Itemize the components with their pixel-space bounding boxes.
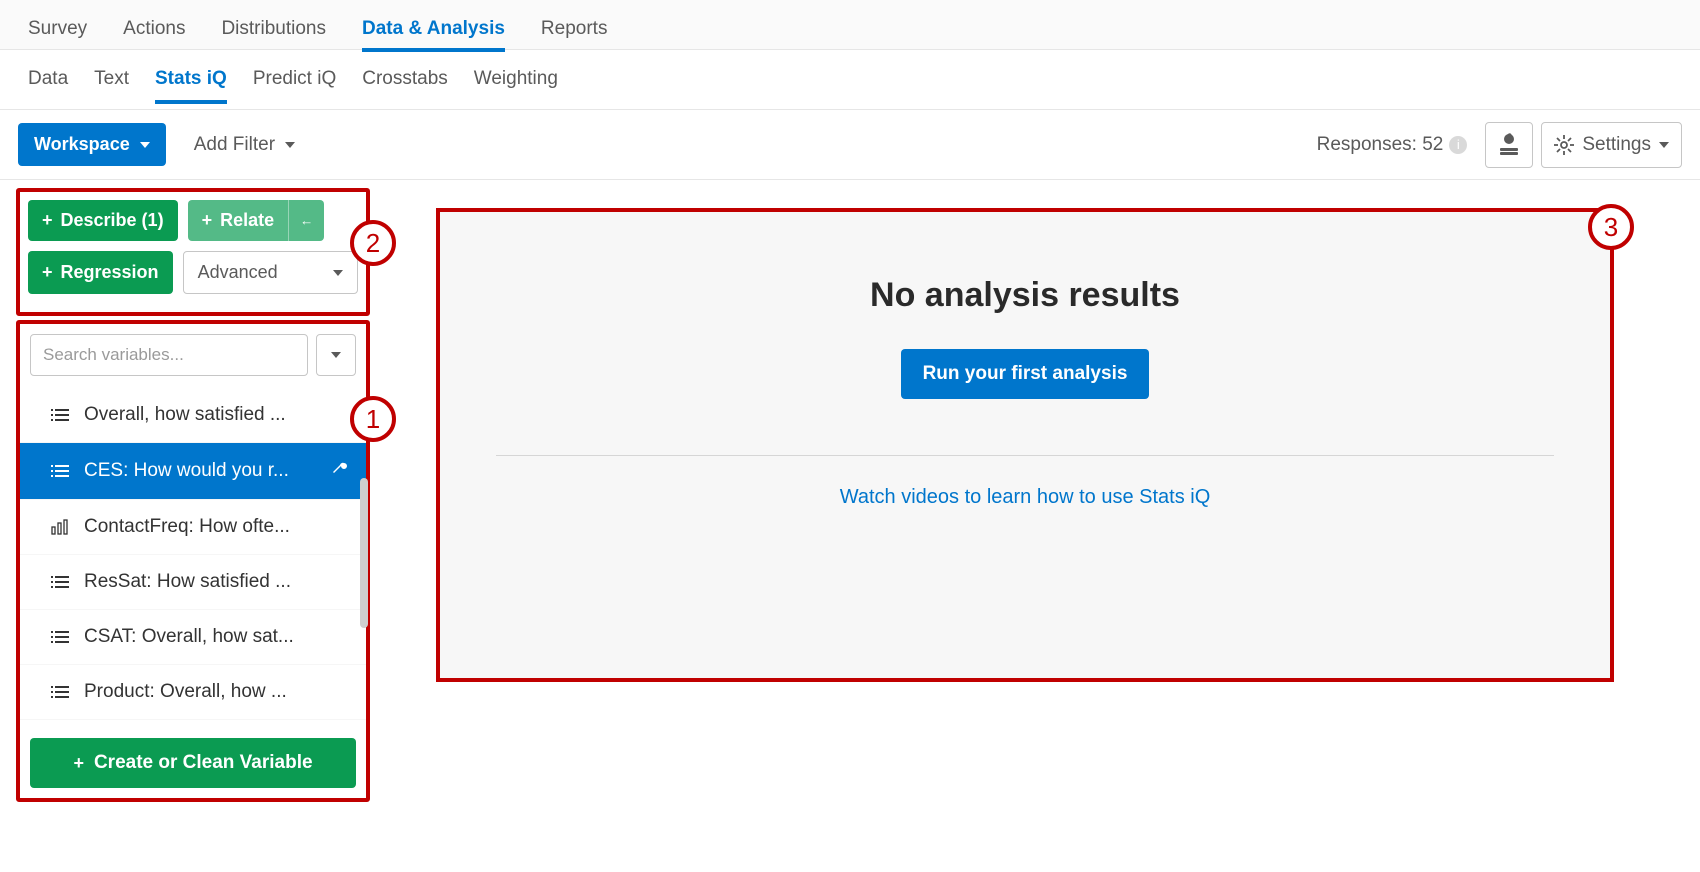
subtab-crosstabs[interactable]: Crosstabs: [362, 68, 448, 104]
relate-label: Relate: [220, 210, 274, 231]
regression-button[interactable]: + Regression: [28, 251, 173, 294]
sub-tab-bar: Data Text Stats iQ Predict iQ Crosstabs …: [0, 50, 1700, 110]
add-filter-button[interactable]: Add Filter: [194, 134, 295, 156]
chevron-down-icon: [140, 142, 150, 148]
learning-button[interactable]: [1485, 122, 1533, 168]
chevron-down-icon: [1659, 142, 1669, 148]
variable-label: Overall, how satisfied ...: [84, 404, 348, 426]
variable-item[interactable]: ResSat: How satisfied ...: [20, 555, 366, 610]
tab-actions[interactable]: Actions: [123, 8, 185, 52]
variable-label: CES: How would you r...: [84, 460, 316, 482]
ordinal-icon: [50, 683, 70, 701]
book-apple-icon: [1498, 133, 1520, 157]
tab-distributions[interactable]: Distributions: [221, 8, 326, 52]
watch-videos-link[interactable]: Watch videos to learn how to use Stats i…: [840, 486, 1211, 509]
subtab-weighting[interactable]: Weighting: [474, 68, 558, 104]
wrench-icon[interactable]: [330, 459, 348, 483]
arrow-left-icon: ←: [300, 213, 313, 228]
tab-survey[interactable]: Survey: [28, 8, 87, 52]
plus-icon: +: [42, 262, 53, 283]
variable-item-selected[interactable]: CES: How would you r...: [20, 443, 366, 500]
advanced-label: Advanced: [198, 262, 278, 283]
ordinal-icon: [50, 573, 70, 591]
divider: [496, 455, 1554, 456]
variable-label: ContactFreq: How ofte...: [84, 516, 348, 538]
ordinal-icon: [50, 628, 70, 646]
chevron-down-icon: [333, 270, 343, 276]
variable-label: Product: Overall, how ...: [84, 681, 348, 703]
variable-item[interactable]: ContactFreq: How ofte...: [20, 500, 366, 555]
create-variable-label: Create or Clean Variable: [94, 752, 313, 774]
settings-label: Settings: [1582, 134, 1651, 156]
subtab-predict-iq[interactable]: Predict iQ: [253, 68, 336, 104]
responses-count: Responses: 52 i: [1317, 134, 1468, 156]
plus-icon: +: [73, 753, 84, 774]
scrollbar-thumb[interactable]: [360, 478, 368, 628]
run-first-analysis-button[interactable]: Run your first analysis: [901, 349, 1150, 399]
analysis-buttons-panel: + Describe (1) + Relate ← + Regression A…: [16, 188, 370, 316]
variable-label: CSAT: Overall, how sat...: [84, 626, 348, 648]
tab-data-analysis[interactable]: Data & Analysis: [362, 8, 505, 52]
plus-icon: +: [42, 210, 53, 231]
callout-badge-2: 2: [350, 220, 396, 266]
describe-button[interactable]: + Describe (1): [28, 200, 178, 241]
advanced-dropdown[interactable]: Advanced: [183, 251, 358, 294]
plus-icon: +: [202, 210, 213, 231]
callout-badge-3: 3: [1588, 204, 1634, 250]
relate-button[interactable]: + Relate: [188, 200, 289, 241]
left-panel: + Describe (1) + Relate ← + Regression A…: [16, 188, 370, 802]
subtab-text[interactable]: Text: [94, 68, 129, 104]
callout-badge-1: 1: [350, 396, 396, 442]
settings-button[interactable]: Settings: [1541, 122, 1682, 168]
variable-item[interactable]: Overall, how satisfied ...: [20, 388, 366, 443]
toolbar: Workspace Add Filter Responses: 52 i Set…: [0, 110, 1700, 180]
create-clean-variable-button[interactable]: + Create or Clean Variable: [30, 738, 356, 788]
workspace-label: Workspace: [34, 134, 130, 155]
relate-arrow-button[interactable]: ←: [288, 200, 324, 241]
ordinal-icon: [50, 462, 70, 480]
chevron-down-icon: [331, 352, 341, 358]
chevron-down-icon: [285, 142, 295, 148]
gear-icon: [1554, 135, 1574, 155]
variables-panel: Overall, how satisfied ... CES: How woul…: [16, 320, 370, 802]
tab-reports[interactable]: Reports: [541, 8, 608, 52]
empty-state-title: No analysis results: [440, 276, 1610, 315]
top-tab-bar: Survey Actions Distributions Data & Anal…: [0, 0, 1700, 50]
subtab-data[interactable]: Data: [28, 68, 68, 104]
regression-label: Regression: [61, 262, 159, 283]
results-panel: No analysis results Run your first analy…: [436, 208, 1614, 682]
search-options-dropdown[interactable]: [316, 334, 356, 376]
variable-label: ResSat: How satisfied ...: [84, 571, 348, 593]
variable-item[interactable]: Product: Overall, how ...: [20, 665, 366, 720]
add-filter-label: Add Filter: [194, 134, 275, 156]
variable-list: Overall, how satisfied ... CES: How woul…: [20, 388, 366, 720]
responses-label: Responses: 52: [1317, 134, 1444, 156]
subtab-stats-iq[interactable]: Stats iQ: [155, 68, 227, 104]
ordinal-icon: [50, 406, 70, 424]
workspace-dropdown[interactable]: Workspace: [18, 123, 166, 166]
info-icon[interactable]: i: [1449, 136, 1467, 154]
bar-chart-icon: [50, 518, 70, 536]
variable-item[interactable]: CSAT: Overall, how sat...: [20, 610, 366, 665]
search-variables-input[interactable]: [30, 334, 308, 376]
describe-label: Describe (1): [61, 210, 164, 231]
